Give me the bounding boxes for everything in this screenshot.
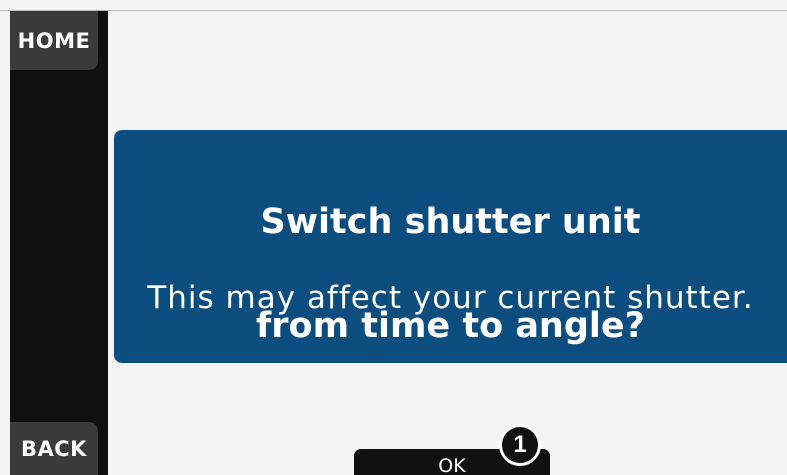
left-softkey-bar — [10, 11, 108, 475]
callout-marker: 1 — [499, 424, 541, 466]
dialog-title-line-1: Switch shutter unit — [260, 202, 641, 242]
dialog-title: Switch shutter unit from time to angle? — [114, 144, 787, 352]
confirmation-dialog: Switch shutter unit from time to angle? … — [114, 130, 787, 363]
top-divider — [0, 10, 787, 11]
home-button[interactable]: HOME — [10, 11, 98, 70]
back-button[interactable]: BACK — [10, 422, 98, 475]
dialog-message: This may affect your current shutter. — [147, 280, 754, 316]
camera-menu-screen: HOME BACK Switch shutter unit from time … — [0, 0, 787, 475]
